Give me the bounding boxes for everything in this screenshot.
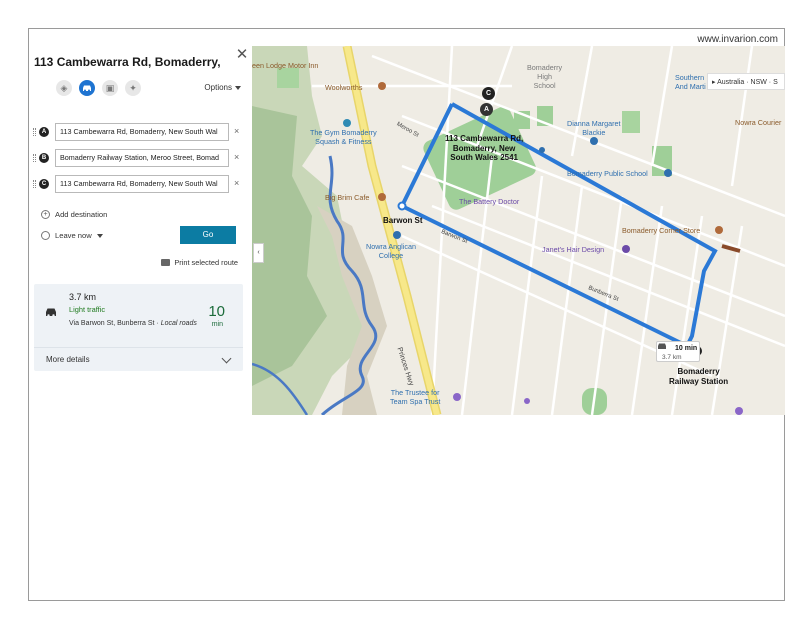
car-icon xyxy=(658,343,666,349)
drag-handle-icon[interactable] xyxy=(33,128,36,136)
route-eta-callout[interactable]: 10 min 3.7 km xyxy=(656,341,700,362)
stop-badge-a: A xyxy=(39,127,49,137)
label-high-school[interactable]: Bomaderry High School xyxy=(527,63,562,90)
panel-title: 113 Cambewarra Rd, Bomaderry, New ... xyxy=(34,55,224,69)
go-button[interactable]: Go xyxy=(180,226,236,244)
remove-stop-icon[interactable]: × xyxy=(234,126,239,136)
map-canvas xyxy=(252,46,785,415)
remove-stop-icon[interactable]: × xyxy=(234,152,239,162)
plus-icon: + xyxy=(41,210,50,219)
watermark: www.invarion.com xyxy=(697,34,778,45)
close-icon[interactable]: ✕ xyxy=(235,47,249,62)
pin-c[interactable]: C xyxy=(482,87,495,100)
options-dropdown[interactable]: Options xyxy=(204,83,241,92)
label-public-school[interactable]: Bomaderry Public School xyxy=(567,169,648,178)
walk-icon[interactable]: ✦ xyxy=(125,80,141,96)
directions-panel: 113 Cambewarra Rd, Bomaderry, New ... ✕ … xyxy=(29,46,251,416)
clock-icon xyxy=(41,231,50,240)
label-big-brim-cafe[interactable]: Big Brim Cafe xyxy=(325,193,369,202)
route-time: 10 xyxy=(208,303,225,320)
pin-a[interactable]: A xyxy=(480,103,493,116)
eta-distance: 3.7 km xyxy=(662,354,682,361)
label-destination-address[interactable]: 113 Cambewarra Rd, Bomaderry, New South … xyxy=(445,134,523,163)
print-route-button[interactable]: Print selected route xyxy=(161,258,238,267)
caret-down-icon xyxy=(96,233,103,238)
drag-handle-icon[interactable] xyxy=(33,180,36,188)
label-woolworths[interactable]: Woolworths xyxy=(325,83,362,92)
label-southern[interactable]: Southern And Marti xyxy=(675,73,706,91)
title-row: 113 Cambewarra Rd, Bomaderry, New ... xyxy=(34,52,246,72)
label-janets-hair[interactable]: Janet's Hair Design xyxy=(542,245,604,254)
stop-input-a[interactable]: 113 Cambewarra Rd, Bomaderry, New South … xyxy=(55,123,229,141)
options-label: Options xyxy=(204,83,232,92)
eta-time: 10 min xyxy=(675,345,698,352)
route-via: Via Barwon St, Bunberra St · Local roads xyxy=(69,318,197,329)
traffic-status: Light traffic xyxy=(69,305,106,314)
stop-row-c: C 113 Cambewarra Rd, Bomaderry, New Sout… xyxy=(33,175,245,193)
car-icon xyxy=(46,308,56,317)
label-motor-inn[interactable]: een Lodge Motor Inn xyxy=(252,61,318,70)
more-details-label: More details xyxy=(46,355,90,364)
label-gym[interactable]: The Gym Bomaderry Squash & Fitness xyxy=(310,128,377,146)
stop-row-a: A 113 Cambewarra Rd, Bomaderry, New Sout… xyxy=(33,123,245,141)
collapse-panel-button[interactable]: ‹ xyxy=(253,243,264,263)
route-card[interactable]: 3.7 km Light traffic Via Barwon St, Bunb… xyxy=(34,284,243,371)
travel-mode-selector: ◈ ▣ ✦ xyxy=(56,80,141,96)
drag-handle-icon[interactable] xyxy=(33,154,36,162)
label-battery-doctor[interactable]: The Battery Doctor xyxy=(459,197,519,206)
remove-stop-icon[interactable]: × xyxy=(234,178,239,188)
route-via-text: Via Barwon St, Bunberra St · xyxy=(69,320,161,327)
leave-now-dropdown[interactable]: Leave now xyxy=(41,231,103,240)
label-team-spa[interactable]: The Trustee for Team Spa Trust xyxy=(390,388,440,406)
transit-icon[interactable]: ▣ xyxy=(102,80,118,96)
stop-input-b[interactable]: Bomaderry Railway Station, Meroo Street,… xyxy=(55,149,229,167)
route-distance: 3.7 km xyxy=(69,292,97,302)
directions-icon[interactable]: ◈ xyxy=(56,80,72,96)
printer-icon xyxy=(161,259,171,266)
stop-badge-c: C xyxy=(39,179,49,189)
stop-row-b: B Bomaderry Railway Station, Meroo Stree… xyxy=(33,149,245,167)
add-destination-button[interactable]: + Add destination xyxy=(41,210,107,219)
chevron-down-icon xyxy=(221,353,232,364)
stop-input-c[interactable]: 113 Cambewarra Rd, Bomaderry, New South … xyxy=(55,175,229,193)
add-destination-label: Add destination xyxy=(55,210,108,219)
stop-badge-b: B xyxy=(39,153,49,163)
map-view[interactable]: een Lodge Motor Inn Woolworths The Gym B… xyxy=(252,46,785,415)
car-icon[interactable] xyxy=(79,80,95,96)
location-breadcrumb[interactable]: ▸ Australia · NSW · S xyxy=(707,73,785,90)
label-dianna[interactable]: Dianna Margaret Blackie xyxy=(567,119,621,137)
label-anglican-college[interactable]: Nowra Anglican College xyxy=(366,242,416,260)
label-corner-store[interactable]: Bomaderry Corner Store xyxy=(622,226,700,235)
more-details-button[interactable]: More details xyxy=(34,347,243,371)
label-railway-station[interactable]: Bomaderry Railway Station xyxy=(669,367,728,386)
caret-down-icon xyxy=(235,85,241,90)
label-barwon-st[interactable]: Barwon St xyxy=(383,216,423,226)
print-label: Print selected route xyxy=(174,258,238,267)
route-time-unit: min xyxy=(211,321,223,328)
leave-now-label: Leave now xyxy=(55,231,92,240)
app-window: www.invarion.com 113 Cambewarra Rd, Boma… xyxy=(28,28,785,601)
label-nowra-courier[interactable]: Nowra Courier xyxy=(735,118,781,127)
route-via-suffix: Local roads xyxy=(160,320,197,327)
